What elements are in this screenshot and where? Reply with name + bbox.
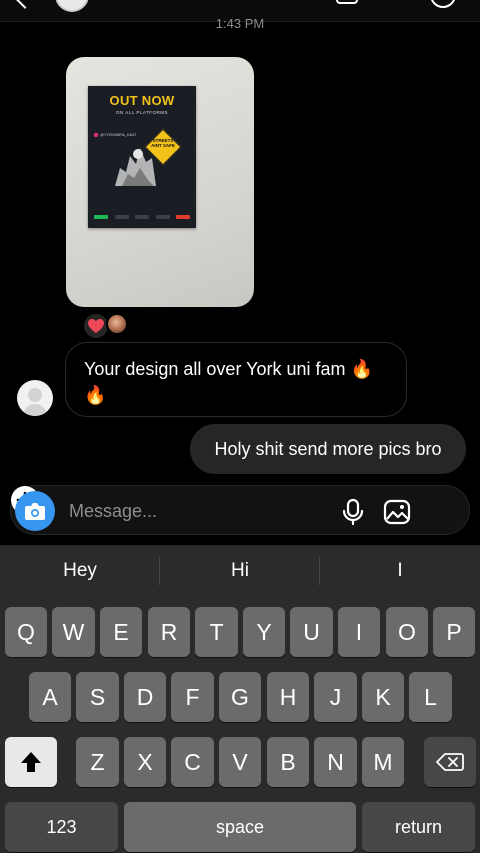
key[interactable]: A <box>29 672 71 722</box>
key[interactable]: E <box>100 607 142 657</box>
suggestion-1[interactable]: Hey <box>0 545 160 597</box>
key[interactable]: X <box>124 737 166 787</box>
microphone-icon[interactable] <box>339 498 367 526</box>
key[interactable]: P <box>433 607 475 657</box>
poster-title: OUT NOW <box>109 93 175 108</box>
key[interactable]: K <box>362 672 404 722</box>
numbers-key[interactable]: 123 <box>5 802 118 852</box>
delete-key[interactable] <box>424 737 476 787</box>
camera-button[interactable] <box>15 491 55 531</box>
suggestion-2[interactable]: Hi <box>160 545 320 597</box>
predictive-suggestions: Hey Hi I <box>0 545 480 597</box>
key[interactable]: M <box>362 737 404 787</box>
key[interactable]: I <box>338 607 380 657</box>
poster-platform-logos <box>94 215 190 223</box>
onscreen-keyboard: Hey Hi I Q W E R T Y U I O P A S D F G H… <box>0 545 480 853</box>
space-key[interactable]: space <box>124 802 356 852</box>
shared-photo-message[interactable]: OUT NOW ON ALL PLATFORMS @YOSHIBRA_KAZI … <box>66 57 254 307</box>
outgoing-message-bubble[interactable]: Holy shit send more pics bro <box>190 424 466 474</box>
key[interactable]: B <box>267 737 309 787</box>
key[interactable]: O <box>386 607 428 657</box>
message-input[interactable] <box>69 498 319 524</box>
key[interactable]: C <box>171 737 214 787</box>
key[interactable]: U <box>290 607 333 657</box>
contact-avatar[interactable] <box>55 0 89 12</box>
camera-icon <box>25 503 45 520</box>
key[interactable]: R <box>148 607 190 657</box>
incoming-message-bubble[interactable]: Your design all over York uni fam 🔥 🔥 <box>65 342 407 417</box>
key[interactable]: F <box>171 672 214 722</box>
gallery-icon[interactable] <box>383 498 411 526</box>
key[interactable]: J <box>314 672 357 722</box>
key[interactable]: S <box>76 672 119 722</box>
info-icon[interactable] <box>430 0 456 8</box>
key[interactable]: Q <box>5 607 47 657</box>
backspace-icon <box>436 753 464 771</box>
video-call-icon[interactable] <box>336 0 358 4</box>
key[interactable]: H <box>267 672 309 722</box>
return-key[interactable]: return <box>362 802 475 852</box>
key[interactable]: W <box>52 607 95 657</box>
poster-handle: @YOSHIBRA_KAZI <box>94 132 136 137</box>
message-reactions[interactable] <box>82 312 132 338</box>
poster-subtitle: ON ALL PLATFORMS <box>115 110 168 115</box>
key[interactable]: N <box>314 737 357 787</box>
heart-reaction-icon <box>84 314 108 338</box>
shift-arrow-icon <box>21 752 41 772</box>
reactor-avatar <box>106 313 128 335</box>
message-timestamp: 1:43 PM <box>215 16 265 31</box>
key[interactable]: Z <box>76 737 119 787</box>
back-arrow-icon[interactable] <box>15 0 35 9</box>
key[interactable]: Y <box>243 607 285 657</box>
key[interactable]: L <box>409 672 452 722</box>
key[interactable]: D <box>124 672 166 722</box>
suggestion-3[interactable]: I <box>320 545 480 597</box>
key[interactable]: G <box>219 672 261 722</box>
shift-key[interactable] <box>5 737 57 787</box>
poster-sign-text: STREETS AINT SAFE <box>151 138 175 148</box>
key[interactable]: V <box>219 737 261 787</box>
sender-avatar[interactable] <box>17 380 53 416</box>
message-composer <box>10 485 470 535</box>
poster-image: OUT NOW ON ALL PLATFORMS @YOSHIBRA_KAZI … <box>88 86 196 228</box>
key[interactable]: T <box>195 607 238 657</box>
